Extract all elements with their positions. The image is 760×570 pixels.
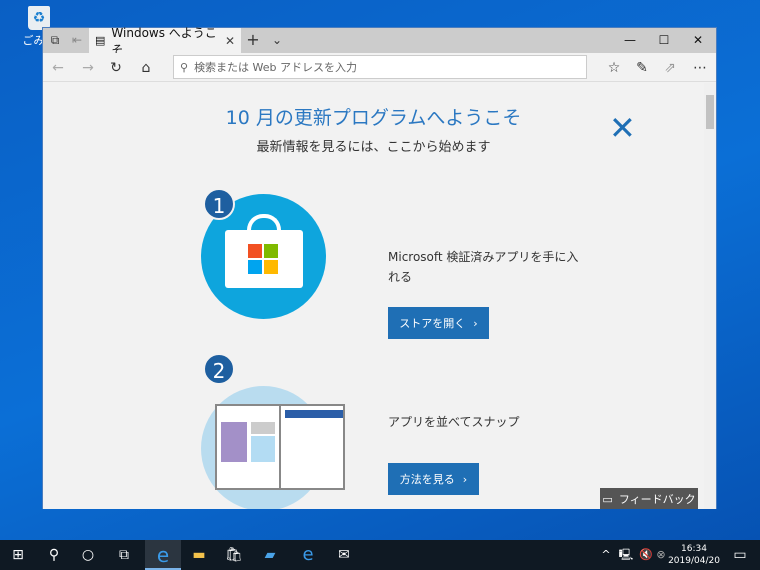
task-view-icon[interactable]: ⧉ bbox=[106, 540, 142, 570]
pen-icon[interactable]: ✎ bbox=[631, 58, 653, 78]
minimize-button[interactable]: — bbox=[613, 28, 647, 53]
tabs-aside-icon[interactable]: ⇤ bbox=[67, 32, 87, 48]
cortana-icon[interactable]: ○ bbox=[70, 540, 106, 570]
forward-icon[interactable]: → bbox=[77, 58, 99, 78]
tab-windows-welcome[interactable]: ▤ Windows へようこそ ✕ bbox=[89, 26, 241, 57]
edge-icon[interactable]: e bbox=[145, 540, 181, 570]
title-bar: ⧉ ⇤ ▤ Windows へようこそ ✕ + ⌄ — ☐ ✕ bbox=[43, 26, 716, 57]
network-icon[interactable]: 🖳 bbox=[616, 540, 636, 570]
refresh-icon[interactable]: ↻ bbox=[105, 58, 127, 78]
search-icon: ⚲ bbox=[180, 60, 189, 74]
tab-preview-chevron-icon[interactable]: ⌄ bbox=[267, 32, 287, 48]
store-bag-icon bbox=[225, 214, 303, 288]
back-icon[interactable]: ← bbox=[47, 58, 69, 78]
more-icon[interactable]: ⋯ bbox=[689, 58, 711, 78]
edge-window: ⧉ ⇤ ▤ Windows へようこそ ✕ + ⌄ — ☐ ✕ ← → ↻ ⌂ … bbox=[42, 26, 717, 509]
start-windows-icon[interactable]: ⊞ bbox=[0, 540, 36, 570]
page-icon: ▤ bbox=[95, 34, 106, 47]
scrollbar[interactable] bbox=[704, 83, 716, 509]
action-center-icon[interactable]: ▭ bbox=[722, 540, 758, 570]
feedback-button[interactable]: ▭ フィードバック bbox=[600, 488, 698, 509]
open-store-label: ストアを開く bbox=[399, 317, 466, 330]
maximize-button[interactable]: ☐ bbox=[647, 28, 681, 53]
address-bar[interactable]: ⚲ 検索または Web アドレスを入力 bbox=[173, 55, 587, 79]
see-how-button[interactable]: 方法を見る › bbox=[388, 463, 479, 495]
feedback-label: フィードバック bbox=[618, 493, 696, 506]
open-store-button[interactable]: ストアを開く › bbox=[388, 307, 489, 339]
snap-windows-icon bbox=[215, 404, 345, 490]
time: 16:34 bbox=[681, 544, 707, 554]
snap-illustration bbox=[201, 386, 345, 509]
page-content: 10 月の更新プログラムへようこそ 最新情報を見るには、ここから始めます ✕ 1… bbox=[43, 83, 704, 509]
step-1-badge: 1 bbox=[203, 188, 235, 220]
favorites-icon[interactable]: ☆ bbox=[603, 58, 625, 78]
share-icon[interactable]: ⇗ bbox=[659, 58, 681, 78]
mail-icon[interactable]: ✉ bbox=[326, 540, 362, 570]
file-explorer-icon[interactable]: ▬ bbox=[181, 540, 217, 570]
step-2-badge: 2 bbox=[203, 353, 235, 385]
clock[interactable]: 16:34 2019/04/20 bbox=[668, 543, 720, 567]
tab-set-aside-icon[interactable]: ⧉ bbox=[45, 32, 65, 48]
new-tab-icon[interactable]: + bbox=[243, 32, 263, 48]
close-window-button[interactable]: ✕ bbox=[681, 28, 715, 53]
date: 2019/04/20 bbox=[668, 556, 720, 566]
page-subtitle: 最新情報を見るには、ここから始めます bbox=[256, 140, 491, 155]
show-hidden-icons-chevron[interactable]: ^ bbox=[596, 540, 616, 570]
page-title: 10 月の更新プログラムへようこそ bbox=[225, 107, 522, 129]
home-icon[interactable]: ⌂ bbox=[135, 58, 157, 78]
taskbar: ⊞ ⚲ ○ ⧉ e ▬ 🛍 ▰ e ✉ ^ 🖳 🔇 ⊗ 16:34 2019/04… bbox=[0, 540, 760, 570]
close-page-icon[interactable]: ✕ bbox=[609, 112, 636, 144]
scrollbar-thumb[interactable] bbox=[706, 95, 714, 129]
chevron-right-icon: › bbox=[462, 472, 468, 486]
nav-bar: ← → ↻ ⌂ ⚲ 検索または Web アドレスを入力 ☆ ✎ ⇗ ⋯ bbox=[43, 53, 716, 82]
tab-close-icon[interactable]: ✕ bbox=[225, 34, 235, 48]
search-icon[interactable]: ⚲ bbox=[36, 540, 72, 570]
internet-explorer-icon[interactable]: e bbox=[290, 540, 326, 570]
chevron-right-icon: › bbox=[473, 316, 478, 330]
step-1-text: Microsoft 検証済みアプリを手に入れる bbox=[388, 250, 579, 284]
step-2-text: アプリを並べてスナップ bbox=[388, 415, 520, 429]
address-placeholder: 検索または Web アドレスを入力 bbox=[194, 61, 358, 74]
store-icon[interactable]: 🛍 bbox=[216, 540, 252, 570]
feedback-icon: ▭ bbox=[602, 492, 613, 506]
photos-icon[interactable]: ▰ bbox=[252, 540, 288, 570]
see-how-label: 方法を見る bbox=[399, 473, 455, 486]
